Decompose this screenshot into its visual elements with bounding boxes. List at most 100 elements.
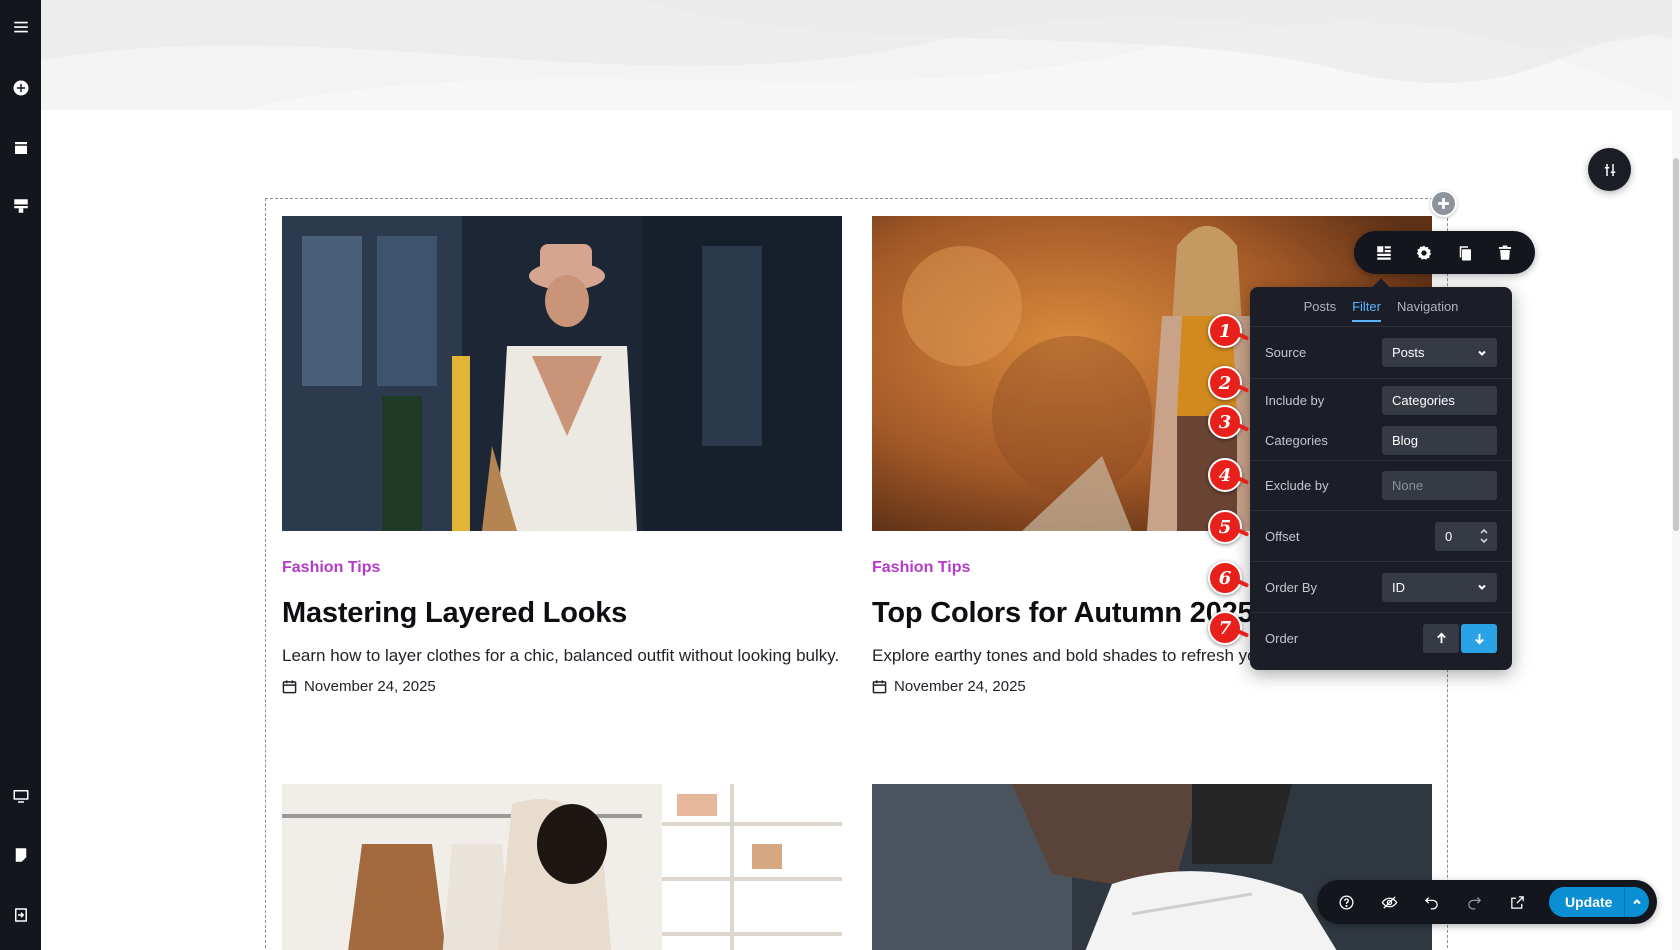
- categories-select[interactable]: Blog: [1382, 426, 1497, 455]
- templates-button[interactable]: [0, 186, 41, 226]
- layout-button[interactable]: [1367, 236, 1401, 270]
- include-by-row: Include by Categories: [1250, 379, 1512, 421]
- include-by-value: Categories: [1392, 392, 1455, 408]
- add-circle-icon: [13, 80, 28, 96]
- order-by-select[interactable]: ID: [1382, 572, 1497, 602]
- step-marker: 2: [1208, 366, 1242, 400]
- duplicate-icon: [1459, 245, 1471, 260]
- view-page-button[interactable]: [1500, 886, 1535, 918]
- trash-icon: [1498, 245, 1511, 260]
- query-settings-panel: Posts Filter Navigation Source Posts Inc…: [1250, 278, 1512, 670]
- wave-background: [41, 0, 1672, 110]
- layers-button[interactable]: [0, 128, 41, 168]
- external-link-icon: [1511, 895, 1524, 909]
- help-icon: [1339, 894, 1354, 910]
- page-settings-button[interactable]: [0, 835, 41, 875]
- offset-value: 0: [1445, 528, 1453, 544]
- exclude-by-row: Exclude by None: [1250, 461, 1512, 511]
- exclude-by-select[interactable]: None: [1382, 471, 1497, 500]
- delete-button[interactable]: [1488, 236, 1522, 270]
- order-descending-button[interactable]: [1461, 624, 1497, 653]
- step-marker: 3: [1208, 405, 1242, 439]
- exclude-by-value: None: [1392, 478, 1424, 493]
- order-by-row: Order By ID: [1250, 562, 1512, 613]
- post-excerpt: Learn how to layer clothes for a chic, b…: [282, 646, 840, 665]
- page-scrollbar[interactable]: [1672, 0, 1680, 950]
- post-image[interactable]: [282, 784, 842, 950]
- order-label: Order: [1265, 631, 1299, 646]
- update-button[interactable]: Update: [1548, 887, 1649, 917]
- redo-icon: [1468, 896, 1482, 910]
- settings-button[interactable]: [1407, 236, 1441, 270]
- structure-toggle-button[interactable]: [1588, 148, 1631, 191]
- sliders-icon: [1604, 163, 1615, 176]
- calendar-icon: [872, 680, 887, 694]
- post-card[interactable]: Fashion Tips Mastering Layered Looks Lea…: [282, 216, 842, 695]
- responsive-preview-button[interactable]: [0, 776, 41, 816]
- source-label: Source: [1265, 345, 1307, 360]
- menu-button[interactable]: [0, 7, 41, 47]
- post-image[interactable]: [282, 216, 842, 531]
- include-by-select[interactable]: Categories: [1382, 385, 1497, 415]
- grid-layout-icon: [1377, 245, 1391, 260]
- layers-icon: [14, 142, 27, 154]
- desktop-icon: [13, 790, 28, 803]
- step-marker: 1: [1208, 314, 1242, 348]
- calendar-icon: [282, 680, 297, 694]
- update-options-button[interactable]: [1624, 887, 1649, 917]
- hero-section: [41, 0, 1672, 110]
- duplicate-button[interactable]: [1448, 236, 1482, 270]
- categories-label: Categories: [1265, 433, 1328, 448]
- settings-icon: [1417, 245, 1432, 260]
- scroll-thumb[interactable]: [1673, 158, 1679, 531]
- help-button[interactable]: [1329, 886, 1364, 918]
- exit-icon: [14, 908, 27, 922]
- undo-button[interactable]: [1415, 886, 1450, 918]
- add-section-button[interactable]: [1430, 190, 1457, 217]
- template-icon: [13, 199, 28, 213]
- tab-filter[interactable]: Filter: [1352, 291, 1381, 322]
- stepper-icon: [1480, 528, 1488, 544]
- order-ascending-button[interactable]: [1423, 624, 1459, 653]
- post-category[interactable]: Fashion Tips: [282, 559, 842, 579]
- source-row: Source Posts: [1250, 327, 1512, 379]
- post-date: November 24, 2025: [872, 678, 1432, 695]
- post-date-text: November 24, 2025: [304, 678, 436, 695]
- categories-row: Categories Blog: [1250, 421, 1512, 461]
- offset-label: Offset: [1265, 528, 1300, 544]
- widget-toolbar: [1354, 231, 1535, 274]
- chevron-down-icon: [1478, 584, 1486, 590]
- order-by-label: Order By: [1265, 579, 1318, 595]
- add-element-button[interactable]: [0, 68, 41, 108]
- step-marker: 7: [1208, 611, 1242, 645]
- update-label: Update: [1564, 894, 1613, 910]
- post-image[interactable]: [872, 784, 1432, 950]
- chevron-down-icon: [1478, 350, 1486, 356]
- post-title[interactable]: Mastering Layered Looks: [282, 595, 842, 631]
- categories-value: Blog: [1392, 433, 1419, 448]
- exclude-by-label: Exclude by: [1265, 478, 1329, 493]
- exit-builder-button[interactable]: [0, 895, 41, 935]
- builder-action-bar: Update: [1317, 880, 1657, 924]
- order-row: Order: [1250, 613, 1512, 664]
- preview-toggle-button[interactable]: [1372, 886, 1407, 918]
- tab-navigation[interactable]: Navigation: [1397, 291, 1458, 322]
- arrow-up-icon: [1436, 632, 1446, 644]
- menu-icon: [13, 21, 28, 33]
- source-value: Posts: [1392, 345, 1425, 360]
- source-select[interactable]: Posts: [1382, 338, 1497, 367]
- arrow-down-icon: [1474, 633, 1484, 645]
- post-date-text: November 24, 2025: [894, 678, 1026, 695]
- offset-input[interactable]: 0: [1435, 521, 1497, 551]
- order-toggle: [1423, 624, 1497, 653]
- include-by-label: Include by: [1265, 392, 1325, 408]
- offset-row: Offset 0: [1250, 511, 1512, 562]
- step-marker: 6: [1208, 561, 1242, 595]
- admin-sidebar: [0, 0, 41, 950]
- visibility-off-icon: [1381, 895, 1398, 909]
- tab-posts[interactable]: Posts: [1304, 291, 1337, 322]
- chevron-up-icon: [1633, 898, 1641, 905]
- redo-button[interactable]: [1457, 886, 1492, 918]
- order-by-value: ID: [1392, 579, 1405, 595]
- plus-icon: [1438, 198, 1449, 209]
